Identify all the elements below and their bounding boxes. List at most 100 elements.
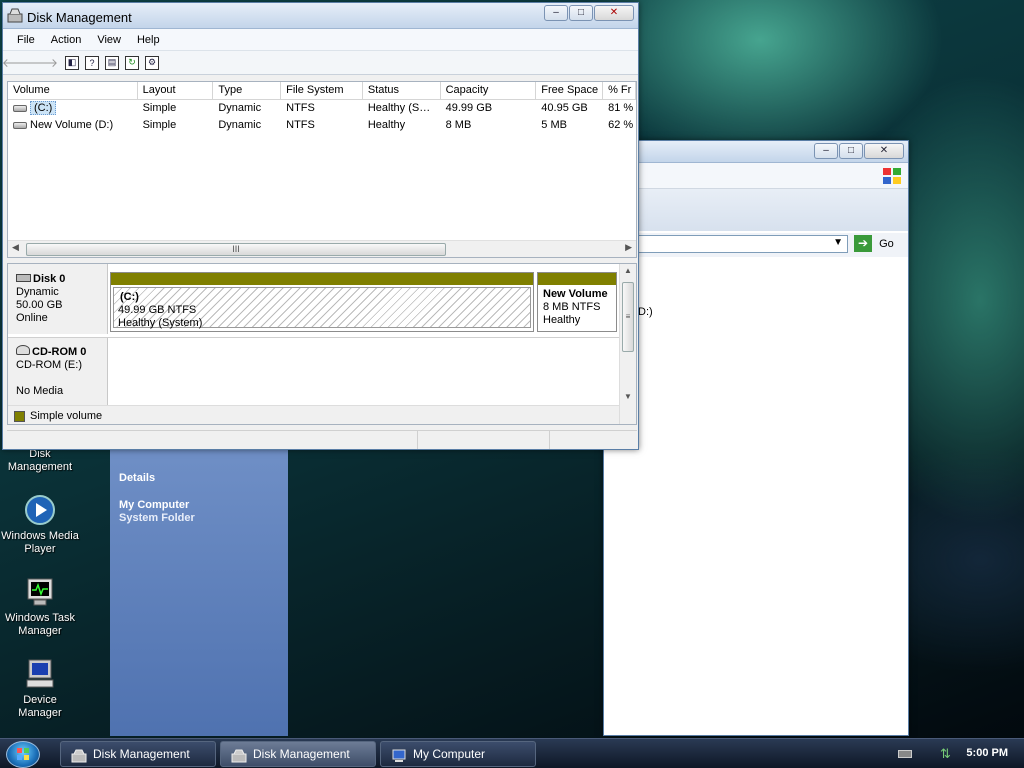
partition-new-volume[interactable]: New Volume 8 MB NTFS Healthy xyxy=(537,272,617,332)
column-header[interactable]: Layout xyxy=(138,82,214,99)
desktop-icon-windows-media-player[interactable]: Windows Media Player xyxy=(0,494,80,556)
column-header[interactable]: File System xyxy=(281,82,363,99)
taskbar-button-disk-management[interactable]: Disk Management xyxy=(60,741,216,767)
media-player-icon xyxy=(24,494,56,526)
close-button[interactable]: ✕ xyxy=(864,143,904,159)
cdrom-0-label[interactable]: CD-ROM 0 CD-ROM (E:) No Media xyxy=(8,338,108,405)
partition-name: New Volume xyxy=(543,288,608,300)
my-computer-toolbar xyxy=(604,189,908,231)
column-header[interactable]: Status xyxy=(363,82,441,99)
refresh-icon[interactable]: ↻ xyxy=(125,55,139,70)
maximize-button[interactable]: □ xyxy=(839,143,863,159)
column-header[interactable]: Type xyxy=(213,82,282,99)
scroll-left-icon[interactable]: ◀ xyxy=(12,242,19,253)
network-icon[interactable]: ⇅ xyxy=(940,746,951,762)
details-header[interactable]: Details xyxy=(119,472,155,484)
minimize-button[interactable]: – xyxy=(814,143,838,159)
column-header[interactable]: % Fr xyxy=(603,82,636,99)
window-title: Disk Management xyxy=(27,10,132,25)
menu-view[interactable]: View xyxy=(89,34,129,46)
my-computer-menubar xyxy=(604,163,908,189)
disk-management-icon xyxy=(231,747,247,763)
scroll-thumb[interactable]: III xyxy=(26,243,446,256)
column-header[interactable]: Capacity xyxy=(441,82,537,99)
taskbar-button-disk-management-active[interactable]: Disk Management xyxy=(220,741,376,767)
partition-status: Healthy xyxy=(543,314,581,326)
disk-name: Disk 0 xyxy=(33,273,66,285)
disk-graphical-view: Disk 0 Dynamic 50.00 GB Online (C:) 49.9… xyxy=(7,263,637,425)
help-icon[interactable]: ? xyxy=(85,55,99,70)
desktop-icon-disk-management[interactable]: Disk Management xyxy=(0,448,80,474)
partition-c[interactable]: (C:) 49.99 GB NTFS Healthy (System) xyxy=(110,272,534,332)
keyboard-icon[interactable] xyxy=(898,750,912,758)
chevron-down-icon[interactable]: ▼ xyxy=(833,237,843,248)
partition-size: 8 MB NTFS xyxy=(543,301,601,313)
disk-size: 50.00 GB xyxy=(16,299,63,311)
disk-size xyxy=(16,372,107,385)
horizontal-scrollbar[interactable]: ◀ III ▶ xyxy=(8,240,636,257)
desktop-icon-label: Windows Media Player xyxy=(1,530,79,555)
column-header[interactable]: Volume xyxy=(8,82,138,99)
my-computer-window: – □ ✕ ▼ ➔ Go D:) xyxy=(603,140,909,736)
scroll-down-icon[interactable]: ▼ xyxy=(624,392,632,401)
maximize-button[interactable]: □ xyxy=(569,5,593,21)
menu-file[interactable]: File xyxy=(9,34,43,46)
disk-management-icon xyxy=(71,747,87,763)
disk-state: Online xyxy=(16,312,48,324)
disk-management-icon xyxy=(7,8,23,24)
scroll-up-icon[interactable]: ▲ xyxy=(624,266,632,275)
taskbar-button-my-computer[interactable]: My Computer xyxy=(380,741,536,767)
partition-body: New Volume 8 MB NTFS Healthy xyxy=(538,285,616,330)
table-cell: Dynamic xyxy=(218,119,262,131)
computer-icon xyxy=(391,747,407,762)
toolbar: 🡐 🡒 ◧ ? ▤ ↻ ⚙ xyxy=(2,51,638,75)
status-divider xyxy=(549,431,550,449)
scroll-thumb[interactable]: ≡ xyxy=(622,282,634,352)
disk-state: No Media xyxy=(16,385,64,397)
table-row[interactable]: (C:) Simple Dynamic NTFS Healthy (S… 49.… xyxy=(8,100,636,117)
legend-label: Simple volume xyxy=(30,410,103,422)
volume-list-header: Volume Layout Type File System Status Ca… xyxy=(8,82,636,100)
task-label: Disk Management xyxy=(253,747,350,761)
minimize-button[interactable]: – xyxy=(544,5,568,21)
volume-name: (C:) xyxy=(30,101,57,115)
details-item-name: My Computer xyxy=(119,499,190,511)
desktop-icon-windows-task-manager[interactable]: Windows Task Manager xyxy=(0,576,80,638)
desktop-icon-device-manager[interactable]: Device Manager xyxy=(0,658,80,720)
back-arrow-icon[interactable]: 🡐 xyxy=(2,54,34,72)
go-button[interactable]: ➔ Go xyxy=(854,235,904,253)
address-input[interactable]: ▼ xyxy=(604,235,848,253)
start-button[interactable] xyxy=(6,741,40,768)
show-hide-console-tree-icon[interactable]: ◧ xyxy=(65,55,79,70)
rescan-disks-icon[interactable]: ⚙ xyxy=(145,55,159,70)
clock[interactable]: 5:00 PM xyxy=(966,747,1008,759)
forward-arrow-icon[interactable]: 🡒 xyxy=(26,54,58,72)
partition-body: (C:) 49.99 GB NTFS Healthy (System) xyxy=(113,287,531,329)
partition-color-band xyxy=(538,273,616,285)
vertical-scrollbar[interactable]: ▲ ≡ ▼ xyxy=(619,264,636,424)
my-computer-titlebar: – □ ✕ xyxy=(604,141,908,163)
column-header[interactable]: Free Space xyxy=(536,82,604,99)
properties-icon[interactable]: ▤ xyxy=(105,55,119,70)
task-label: My Computer xyxy=(413,747,486,761)
windows-logo-icon xyxy=(882,167,902,185)
partition-name: (C:) xyxy=(120,291,139,303)
menu-help[interactable]: Help xyxy=(129,34,168,46)
table-cell: 8 MB xyxy=(445,119,472,131)
disk-0-label[interactable]: Disk 0 Dynamic 50.00 GB Online xyxy=(8,264,108,334)
table-cell: Healthy xyxy=(367,119,406,131)
desktop-icon-label: Disk Management xyxy=(7,448,73,473)
partition-size: 49.99 GB NTFS xyxy=(118,304,197,316)
volume-name: New Volume (D:) xyxy=(30,119,114,131)
scroll-right-icon[interactable]: ▶ xyxy=(625,242,632,253)
close-button[interactable]: ✕ xyxy=(594,5,634,21)
status-bar xyxy=(7,430,637,449)
menu-action[interactable]: Action xyxy=(43,34,90,46)
table-cell: 5 MB xyxy=(541,119,567,131)
desktop-icon-label: Device Manager xyxy=(18,694,62,719)
hard-disk-icon xyxy=(16,274,31,282)
table-row[interactable]: New Volume (D:) Simple Dynamic NTFS Heal… xyxy=(8,117,636,134)
table-cell: Simple xyxy=(142,119,177,131)
status-divider xyxy=(417,431,418,449)
details-item-type: System Folder xyxy=(119,512,195,524)
